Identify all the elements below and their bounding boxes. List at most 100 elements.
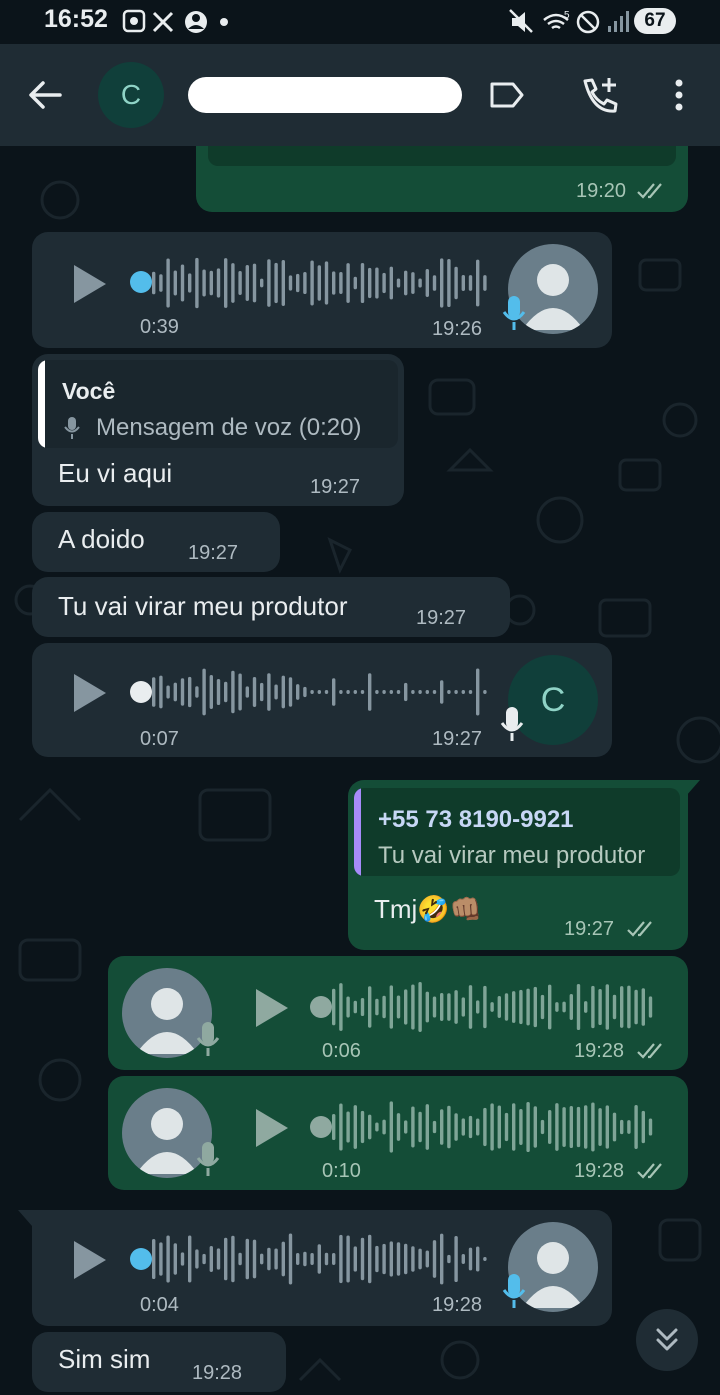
waveform-bar <box>216 678 221 706</box>
waveform-bar <box>569 994 573 1020</box>
waveform-bar <box>447 993 451 1021</box>
double-check-icon <box>627 921 652 937</box>
message-time: 19:28 <box>192 1362 243 1384</box>
playback-position-dot[interactable] <box>130 1248 152 1270</box>
waveform-bar <box>440 993 444 1021</box>
waveform-bar <box>483 275 487 291</box>
waveform-bar <box>368 1234 372 1284</box>
more-options-button[interactable] <box>652 68 706 122</box>
waveform-bar <box>375 267 379 299</box>
waveform-bar <box>252 1239 257 1279</box>
playback-position-dot[interactable] <box>310 1116 332 1138</box>
waveform-bar <box>562 1107 566 1147</box>
status-system-icons: 5 <box>509 9 629 34</box>
playback-position-dot[interactable] <box>310 996 332 1018</box>
waveform-bar <box>382 690 386 694</box>
voice-waveform-3[interactable] <box>332 978 662 1036</box>
waveform-bar <box>504 1112 509 1142</box>
add-call-button[interactable] <box>572 68 626 122</box>
waveform-bar <box>360 262 365 304</box>
voice-waveform-2[interactable] <box>152 663 492 721</box>
waveform-bar <box>303 1251 307 1267</box>
bubble-tail <box>686 780 700 796</box>
waveform-bar <box>202 668 206 716</box>
waveform-bar <box>274 1248 278 1270</box>
waveform-bar <box>195 257 199 309</box>
waveform-bar <box>555 1002 559 1012</box>
voice-message-outgoing[interactable]: 0:10 19:28 <box>108 1076 688 1190</box>
play-icon[interactable] <box>252 1106 292 1150</box>
waveform-bar <box>231 670 235 714</box>
microphone-icon <box>500 707 524 741</box>
voice-waveform-1[interactable] <box>152 254 492 312</box>
scroll-to-bottom-button[interactable] <box>636 1309 698 1371</box>
voice-message-incoming[interactable]: 0:04 19:28 <box>32 1210 612 1326</box>
quoted-author: Você <box>62 378 116 404</box>
waveform-bar <box>389 266 393 300</box>
quoted-text: Tu vai virar meu produtor <box>378 842 646 869</box>
waveform-bar <box>404 1120 408 1134</box>
waveform-bar <box>540 1119 545 1135</box>
waveform-bar <box>324 690 329 694</box>
waveform-bar <box>454 266 458 300</box>
waveform-bar <box>281 675 285 709</box>
play-icon[interactable] <box>252 986 292 1030</box>
label-button[interactable] <box>480 68 534 122</box>
back-button[interactable] <box>18 68 72 122</box>
waveform-bar <box>346 263 350 303</box>
quoted-message[interactable]: Você Mensagem de voz (0:20) <box>38 360 398 448</box>
waveform-bar <box>274 684 278 700</box>
playback-position-dot[interactable] <box>130 271 152 293</box>
play-icon[interactable] <box>70 262 110 306</box>
waveform-bar <box>339 272 343 294</box>
waveform-bar <box>288 677 293 707</box>
contact-avatar[interactable]: C <box>98 62 164 128</box>
waveform-bar <box>404 682 408 702</box>
status-bar: 16:52 5 67 <box>0 0 720 44</box>
waveform-bar <box>238 271 242 295</box>
message-text: Tmj🤣👊🏽 <box>374 894 483 924</box>
message-bubble-outgoing[interactable]: +55 73 8190-9921 Tu vai virar meu produt… <box>348 780 688 950</box>
play-icon[interactable] <box>70 671 110 715</box>
waveform-bar <box>576 1106 581 1148</box>
message-bubble-incoming[interactable]: Você Mensagem de voz (0:20) Eu vi aqui 1… <box>32 354 404 506</box>
waveform-bar <box>562 1001 566 1013</box>
quoted-author: +55 73 8190-9921 <box>378 806 574 833</box>
waveform-bar <box>605 984 609 1030</box>
waveform-bar <box>296 273 300 293</box>
contact-name-redacted[interactable] <box>188 77 462 113</box>
waveform-bar <box>310 1253 314 1265</box>
waveform-bar <box>152 271 156 295</box>
message-bubble-incoming[interactable]: Tu vai virar meu produtor 19:27 <box>32 577 510 637</box>
waveform-bar <box>533 1106 537 1148</box>
waveform-bar <box>224 258 228 308</box>
voice-waveform-4[interactable] <box>332 1098 662 1156</box>
message-bubble-incoming[interactable]: A doido 19:27 <box>32 512 280 572</box>
playback-position-dot[interactable] <box>130 681 152 703</box>
play-icon[interactable] <box>70 1238 110 1282</box>
voice-message-incoming[interactable]: 0:07 19:27 C <box>32 643 612 757</box>
message-bubble-incoming[interactable]: Sim sim 19:28 <box>32 1332 286 1392</box>
voice-message-incoming[interactable]: 0:39 19:26 <box>32 232 612 348</box>
waveform-bar <box>468 690 473 694</box>
waveform-bar <box>432 1240 437 1278</box>
double-check-icon <box>637 1043 662 1059</box>
voice-message-outgoing[interactable]: 0:06 19:28 <box>108 956 688 1070</box>
voice-waveform-5[interactable] <box>152 1230 492 1288</box>
waveform-bar <box>267 259 271 307</box>
waveform-bar <box>440 258 444 308</box>
quoted-message[interactable]: +55 73 8190-9921 Tu vai virar meu produt… <box>354 788 680 876</box>
waveform-bar <box>447 258 451 308</box>
waveform-bar <box>432 690 437 694</box>
message-time: 19:27 <box>564 918 615 940</box>
waveform-bar <box>440 680 444 704</box>
waveform-bar <box>468 275 473 291</box>
waveform-bar <box>497 1105 501 1149</box>
waveform-bar <box>461 275 465 291</box>
waveform-bar <box>411 1106 415 1148</box>
waveform-bar <box>202 1253 206 1265</box>
waveform-bar <box>648 996 653 1018</box>
waveform-bar <box>641 1110 645 1144</box>
waveform-bar <box>339 983 343 1031</box>
waveform-bar <box>476 1118 480 1136</box>
